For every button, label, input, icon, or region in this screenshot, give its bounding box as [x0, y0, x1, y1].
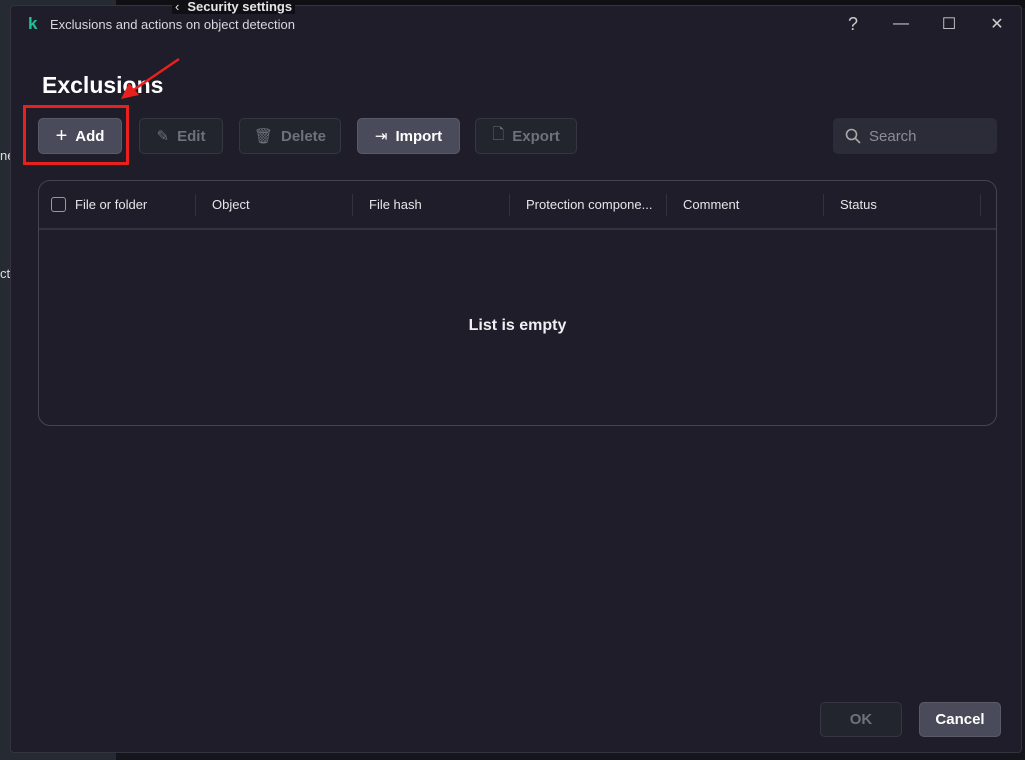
column-status[interactable]: Status — [824, 193, 981, 216]
column-comment[interactable]: Comment — [667, 193, 824, 216]
exclusions-table: File or folder Object File hash Protecti… — [38, 180, 997, 426]
column-file-or-folder[interactable]: File or folder — [39, 193, 196, 216]
search-input[interactable]: Search — [833, 118, 997, 154]
search-icon — [845, 128, 861, 144]
background-title-text: Security settings — [187, 0, 293, 14]
column-file-hash[interactable]: File hash — [353, 193, 510, 216]
ok-button[interactable]: OK — [820, 702, 902, 737]
select-all-checkbox[interactable] — [51, 197, 66, 212]
help-button[interactable]: ? — [829, 6, 877, 42]
delete-label: Delete — [281, 127, 327, 145]
export-file-icon: 🗋 — [492, 125, 505, 143]
annotation-highlight-box — [23, 105, 129, 165]
column-object[interactable]: Object — [196, 193, 353, 216]
table-header: File or folder Object File hash Protecti… — [39, 181, 996, 230]
close-button[interactable]: ✕ — [973, 6, 1021, 42]
pencil-icon: ✎ — [156, 128, 170, 145]
cancel-button[interactable]: Cancel — [919, 702, 1001, 737]
back-chevron-icon: ‹ — [175, 0, 180, 14]
export-button[interactable]: 🗋 Export — [475, 118, 577, 154]
edit-label: Edit — [177, 127, 206, 145]
import-label: Import — [395, 127, 443, 145]
export-label: Export — [512, 127, 560, 145]
maximize-button[interactable]: ☐ — [925, 6, 973, 42]
trash-icon: 🗑 — [253, 128, 273, 145]
edit-button[interactable]: ✎ Edit — [139, 118, 223, 154]
search-placeholder: Search — [869, 127, 917, 145]
empty-list-message: List is empty — [468, 317, 567, 334]
kaspersky-logo: k — [28, 14, 38, 33]
column-label: File or folder — [75, 197, 148, 212]
import-icon: ⇥ — [374, 128, 388, 145]
background-title: ‹ Security settings — [172, 0, 296, 14]
column-protection-component[interactable]: Protection compone... — [510, 193, 667, 216]
background-text: ct — [0, 266, 11, 281]
import-button[interactable]: ⇥ Import — [357, 118, 460, 154]
annotation-arrow-icon — [121, 57, 180, 99]
window-title: Exclusions and actions on object detecti… — [50, 16, 295, 32]
minimize-button[interactable]: — — [877, 6, 925, 42]
delete-button[interactable]: 🗑 Delete — [239, 118, 341, 154]
exclusions-dialog: k Exclusions and actions on object detec… — [10, 5, 1022, 753]
